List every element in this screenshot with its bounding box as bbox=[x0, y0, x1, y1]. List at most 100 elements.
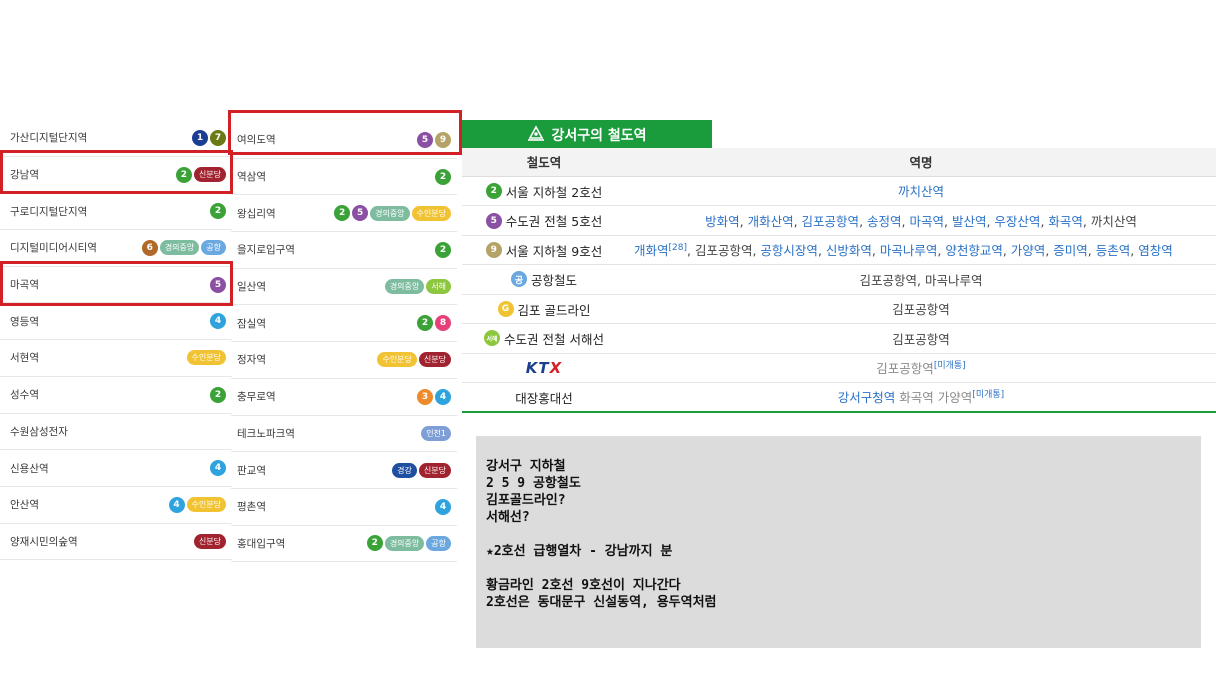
station-link[interactable]: 강서구청역 bbox=[838, 391, 896, 406]
list-item[interactable]: 마곡역 5 bbox=[0, 267, 232, 304]
line-number-badge: 4 bbox=[435, 498, 451, 515]
list-item[interactable]: 안산역 4 수인분당 bbox=[0, 487, 232, 524]
line-number-badge: 6 bbox=[141, 239, 158, 256]
line-number-badge: 4 bbox=[210, 460, 226, 477]
line-icon: 공 bbox=[510, 271, 527, 288]
list-item[interactable]: 디지털미디어시티역 6 경의중앙 공항 bbox=[0, 230, 232, 267]
station-name: 김포공항역 bbox=[876, 361, 934, 377]
list-item[interactable]: 신용산역 4 bbox=[0, 450, 232, 487]
station-name: 테크노파크역 bbox=[237, 427, 295, 440]
station-list-left: 가산디지털단지역 1 7 강남역 2 신분당구로디지털단지역 2 디지털미디어시티역 6 경의중앙… bbox=[0, 120, 232, 561]
list-item[interactable]: 가산디지털단지역 1 7 bbox=[0, 120, 232, 157]
station-link[interactable]: 개화산역 bbox=[748, 214, 794, 229]
list-item[interactable]: 정자역 수인분당 신분당 bbox=[231, 342, 457, 379]
station-name: 마곡역 bbox=[10, 279, 39, 292]
line-number-badge: 5 bbox=[417, 131, 433, 148]
station-link[interactable]: 등촌역 bbox=[1096, 243, 1131, 258]
station-link[interactable]: 신방화역 bbox=[826, 243, 872, 258]
list-item[interactable]: 양재시민의숲역 신분당 bbox=[0, 524, 232, 561]
line-name-badge: 신분당 bbox=[193, 167, 226, 183]
station-link: 김포공항역 bbox=[892, 302, 950, 318]
line-badges: 4 bbox=[210, 313, 226, 330]
line-badges: 2 신분당 bbox=[175, 166, 226, 183]
station-link[interactable]: 송정역 bbox=[867, 214, 902, 229]
line-number-badge: 2 bbox=[210, 386, 226, 403]
line-badges: 4 bbox=[210, 460, 226, 477]
table-row: 서해 수도권 전철 서해선 김포공항역 bbox=[462, 323, 1216, 354]
station-name: 구로디지털단지역 bbox=[10, 205, 88, 218]
station-name: 일산역 bbox=[237, 281, 266, 294]
line-label: 공 공항철도 bbox=[510, 270, 577, 289]
line-badges: 경의중앙 서해 bbox=[384, 279, 451, 295]
line-badges: 2 경의중앙 공항 bbox=[366, 535, 451, 552]
list-item[interactable]: 평촌역 4 bbox=[231, 489, 457, 526]
line-badges: 2 5 경의중앙 수인분당 bbox=[334, 205, 451, 222]
memo-line: 강서구 지하철 bbox=[486, 459, 566, 474]
list-item[interactable]: 서현역 수인분당 bbox=[0, 340, 232, 377]
line-name-badge: 서해 bbox=[426, 279, 451, 295]
list-item[interactable]: 역삼역 2 bbox=[231, 159, 457, 196]
ktx-logo: KTX bbox=[525, 358, 563, 377]
list-item[interactable]: 성수역 2 bbox=[0, 377, 232, 414]
list-item[interactable]: 판교역 경강 신분당 bbox=[231, 452, 457, 489]
line-number-badge: 8 bbox=[435, 315, 451, 332]
line-cell: 대장홍대선 bbox=[462, 382, 626, 413]
station-link[interactable]: 개화역 bbox=[634, 243, 669, 258]
station-name: 잠실역 bbox=[237, 317, 266, 330]
list-item[interactable]: 강남역 2 신분당 bbox=[0, 157, 232, 194]
line-name-badge: 신분당 bbox=[418, 352, 451, 368]
station-link[interactable]: 발산역 bbox=[952, 214, 987, 229]
line-number-badge: 4 bbox=[210, 313, 226, 330]
line-name: 대장홍대선 bbox=[515, 390, 573, 406]
line-badges: 2 bbox=[435, 168, 451, 185]
station-name: 역삼역 bbox=[237, 171, 266, 184]
station-link[interactable]: 공항시장역 bbox=[760, 243, 818, 258]
station-name: 양재시민의숲역 bbox=[10, 535, 78, 548]
station-link[interactable]: 가양역 bbox=[1011, 243, 1046, 258]
list-item[interactable]: 충무로역 3 4 bbox=[231, 379, 457, 416]
station-link[interactable]: 양천향교역 bbox=[945, 243, 1003, 258]
line-number-badge: 2 bbox=[175, 166, 192, 183]
station-link[interactable]: 화곡역 bbox=[1048, 214, 1083, 229]
list-item[interactable]: 구로디지털단지역 2 bbox=[0, 193, 232, 231]
footnote-ref[interactable]: [미개통] bbox=[972, 390, 1004, 400]
station-link[interactable]: 방화역 bbox=[705, 214, 740, 229]
station-link[interactable]: 마곡역 bbox=[909, 214, 944, 229]
footnote-ref[interactable]: [28] bbox=[669, 243, 687, 253]
list-item[interactable]: 을지로입구역 2 bbox=[231, 232, 457, 269]
line-name-badge: 수인분당 bbox=[186, 350, 226, 366]
stations-cell: 방화역, 개화산역, 김포공항역, 송정역, 마곡역, 발산역, 우장산역, 화… bbox=[626, 205, 1216, 236]
line-number-badge: 5 bbox=[210, 276, 226, 293]
table-row: 2 서울 지하철 2호선 까치산역 bbox=[462, 176, 1216, 206]
line-number-badge: 4 bbox=[435, 388, 451, 405]
station-link: 김포공항역 bbox=[694, 243, 753, 259]
line-badges: 34 bbox=[417, 388, 451, 405]
list-item[interactable]: 왕십리역 2 5 경의중앙 수인분당 bbox=[231, 195, 457, 233]
station-name: 서현역 bbox=[10, 352, 39, 365]
station-link[interactable]: 김포공항역 bbox=[802, 214, 860, 229]
station-link[interactable]: 염창역 bbox=[1138, 243, 1173, 258]
list-item[interactable]: 홍대입구역 2 경의중앙 공항 bbox=[231, 526, 457, 563]
list-item[interactable]: 영등역 4 bbox=[0, 303, 232, 341]
table-row: KTX 김포공항역[미개통] bbox=[462, 353, 1216, 383]
line-number-badge: 4 bbox=[168, 496, 185, 513]
station-link[interactable]: 우장산역 bbox=[994, 214, 1040, 229]
list-item[interactable]: 잠실역 2 8 bbox=[231, 305, 457, 343]
table-row: G 김포 골드라인 김포공항역 bbox=[462, 294, 1216, 324]
station-name: 왕십리역 bbox=[237, 207, 276, 220]
line-name-badge: 경의중앙 bbox=[384, 535, 425, 551]
list-item[interactable]: 수원삼성전자 bbox=[0, 414, 232, 451]
line-label: 서해 수도권 전철 서해선 bbox=[484, 329, 604, 348]
station-link[interactable]: 마곡나루역 bbox=[880, 243, 938, 258]
line-number-badge: 2 bbox=[210, 203, 226, 220]
list-item[interactable]: 일산역 경의중앙 서해 bbox=[231, 269, 457, 306]
list-item[interactable]: 여의도역 5 9 bbox=[231, 122, 457, 159]
line-cell: 공 공항철도 bbox=[462, 264, 626, 295]
stations-cell: 김포공항역 bbox=[626, 294, 1216, 324]
list-item[interactable]: 테크노파크역 인천1 bbox=[231, 416, 457, 453]
footnote-ref[interactable]: [미개통] bbox=[934, 361, 966, 371]
station-link[interactable]: 까치산역 bbox=[898, 184, 944, 199]
station-name: 성수역 bbox=[10, 389, 39, 402]
line-name-badge: 수인분당 bbox=[186, 497, 226, 513]
station-link[interactable]: 증미역 bbox=[1053, 243, 1088, 258]
